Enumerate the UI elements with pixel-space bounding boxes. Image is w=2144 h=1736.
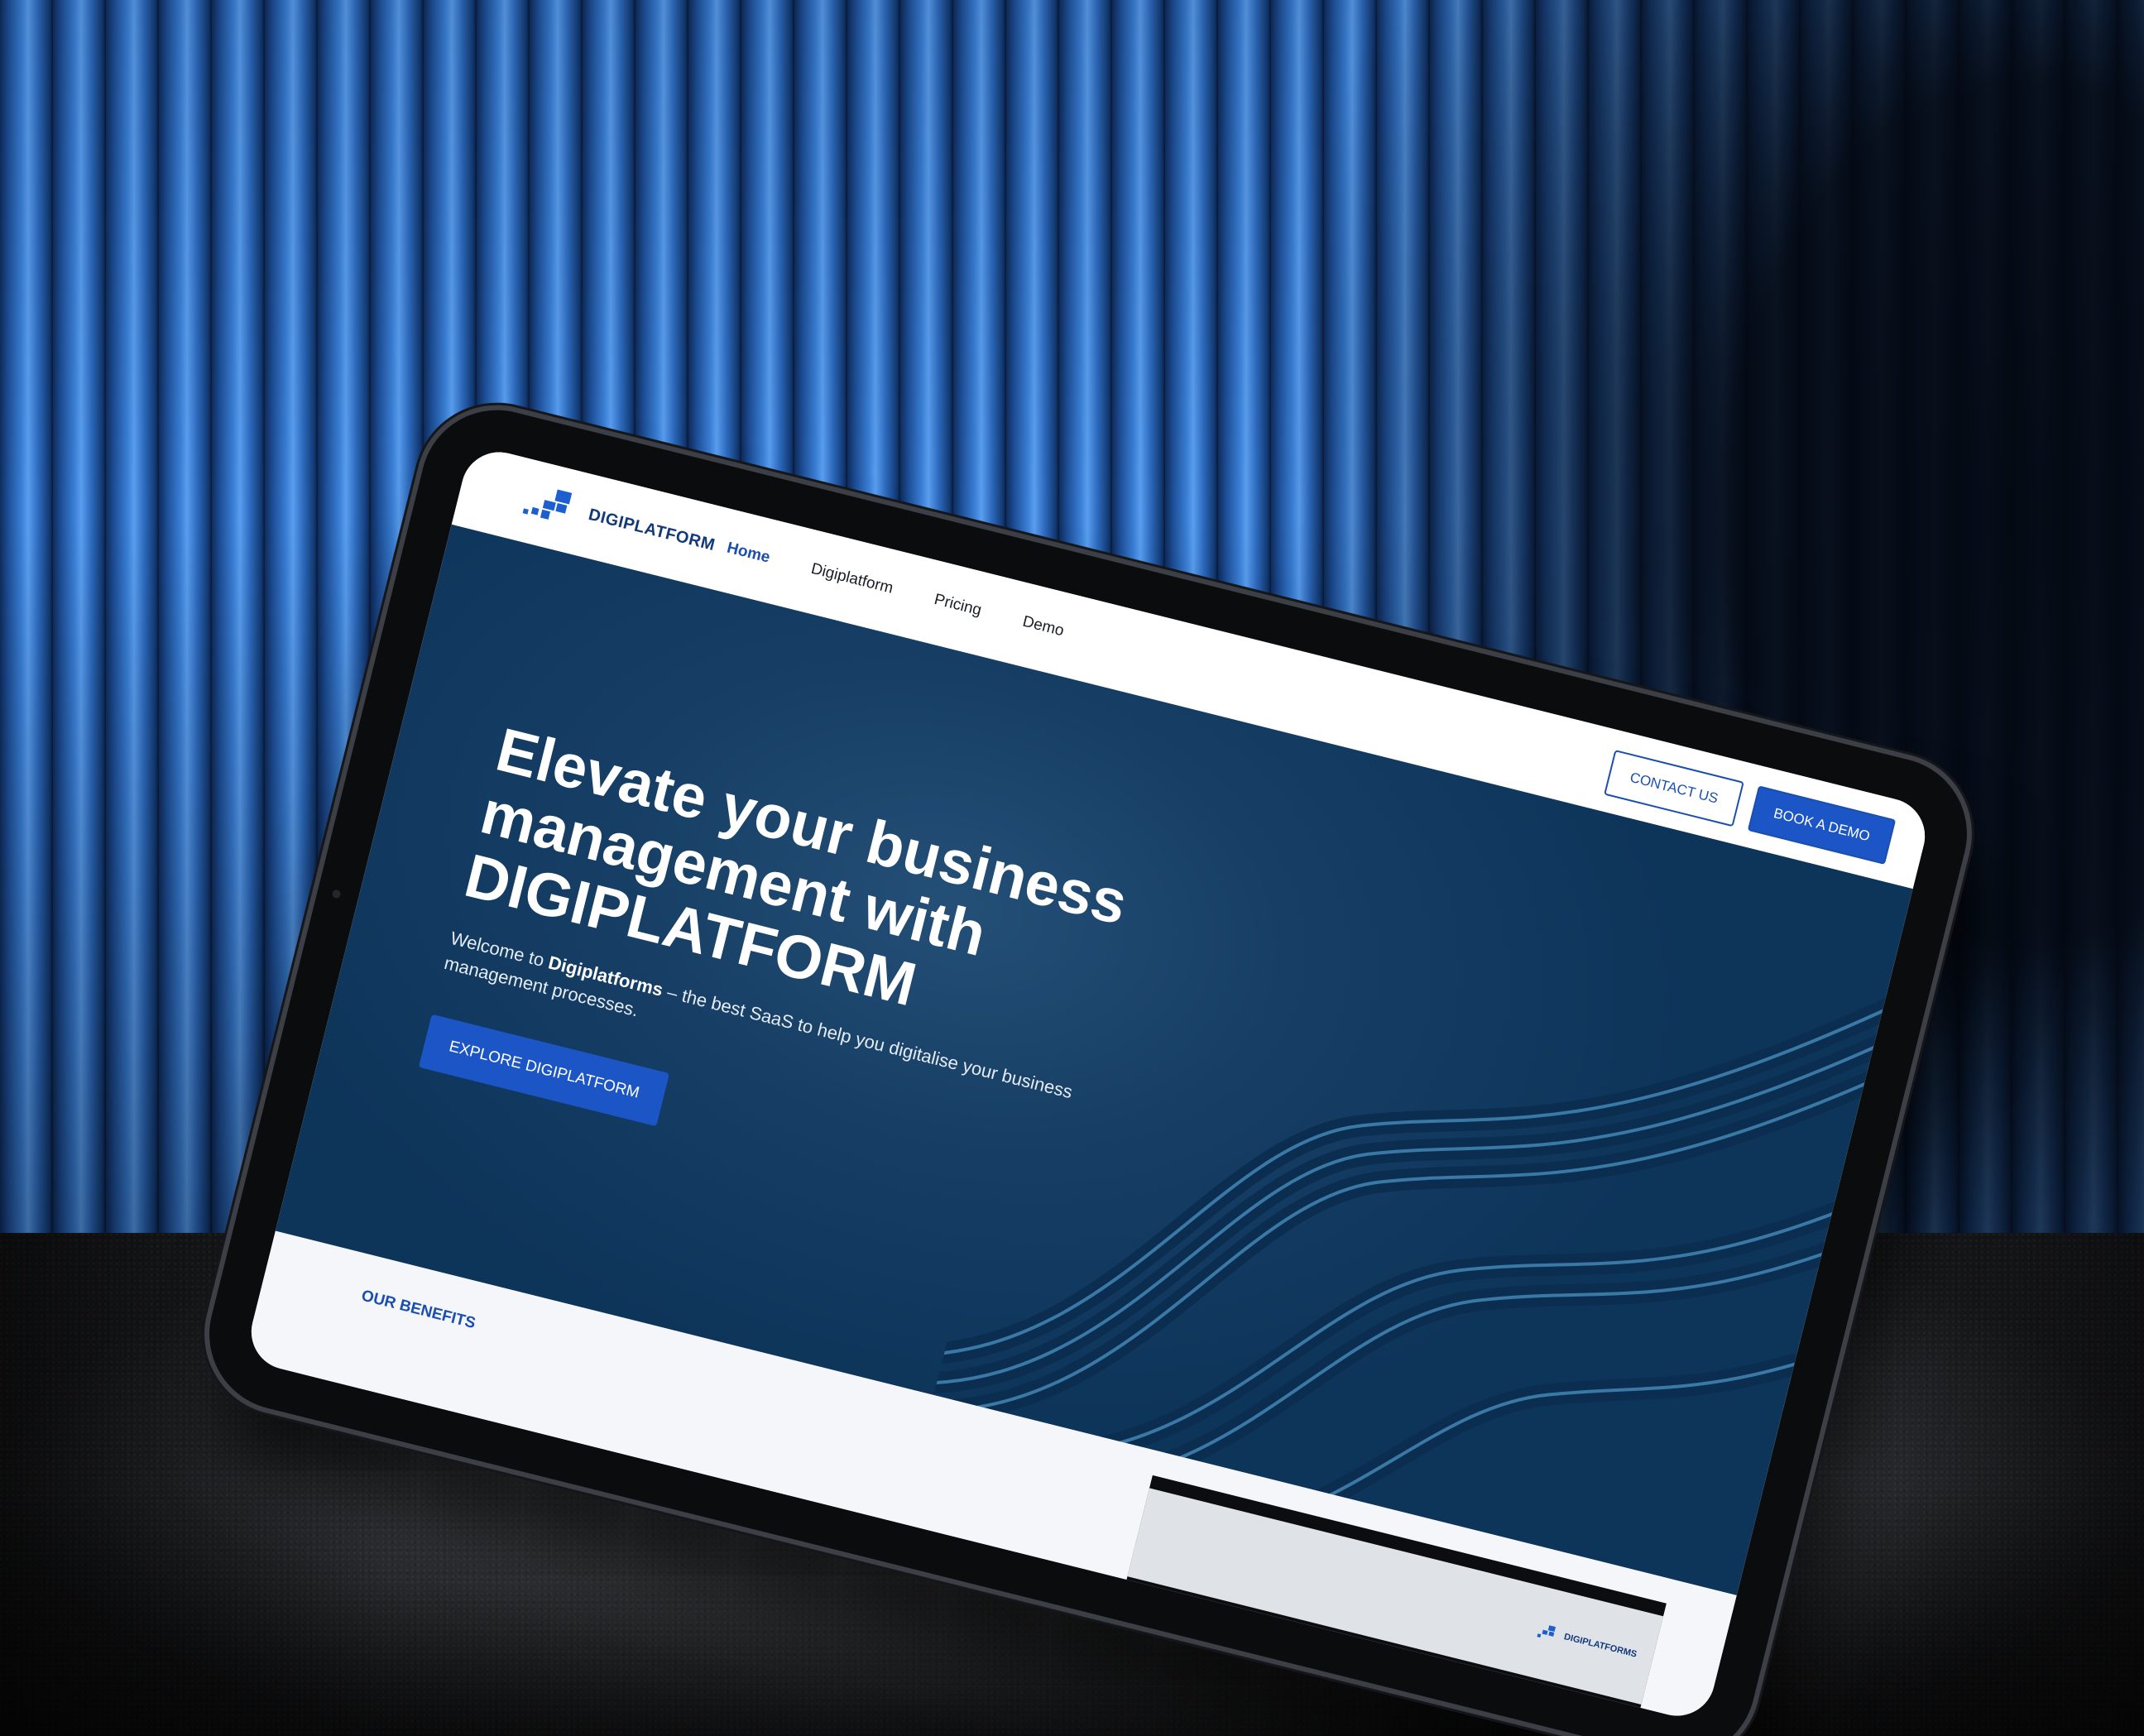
nav-home[interactable]: Home [725,540,771,568]
scene: DIGIPLATFORM Home Digiplatform Pricing D… [0,0,2144,1736]
explore-button[interactable]: EXPLORE DIGIPLATFORM [418,1014,670,1127]
logo-text: DIGIPLATFORM [587,505,717,554]
digiplatform-logo-icon [522,482,582,527]
benefits-label: OUR BENEFITS [359,1287,477,1333]
nav-digiplatform[interactable]: Digiplatform [809,560,895,598]
nav-pricing[interactable]: Pricing [933,591,983,620]
front-camera-icon [331,889,342,899]
contact-us-button[interactable]: CONTACT US [1604,750,1744,827]
nav-demo[interactable]: Demo [1020,613,1066,641]
